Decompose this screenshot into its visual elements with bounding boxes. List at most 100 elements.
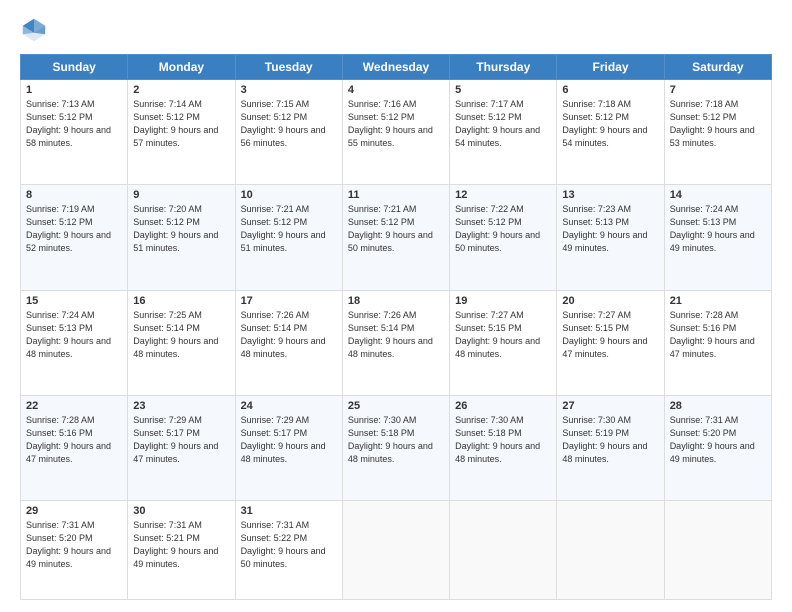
logo-icon <box>20 16 48 44</box>
day-info: Sunrise: 7:22 AM Sunset: 5:12 PM Dayligh… <box>455 203 551 255</box>
day-number: 16 <box>133 295 229 307</box>
col-tuesday: Tuesday <box>235 55 342 80</box>
table-row: 18 Sunrise: 7:26 AM Sunset: 5:14 PM Dayl… <box>342 290 449 395</box>
day-info: Sunrise: 7:26 AM Sunset: 5:14 PM Dayligh… <box>241 309 337 361</box>
day-number: 15 <box>26 295 122 307</box>
table-row: 29 Sunrise: 7:31 AM Sunset: 5:20 PM Dayl… <box>21 501 128 600</box>
day-number: 19 <box>455 295 551 307</box>
day-number: 30 <box>133 505 229 517</box>
day-info: Sunrise: 7:14 AM Sunset: 5:12 PM Dayligh… <box>133 98 229 150</box>
table-row: 7 Sunrise: 7:18 AM Sunset: 5:12 PM Dayli… <box>664 80 771 185</box>
calendar-table: Sunday Monday Tuesday Wednesday Thursday… <box>20 54 772 600</box>
day-info: Sunrise: 7:24 AM Sunset: 5:13 PM Dayligh… <box>670 203 766 255</box>
day-number: 18 <box>348 295 444 307</box>
table-row: 25 Sunrise: 7:30 AM Sunset: 5:18 PM Dayl… <box>342 395 449 500</box>
day-number: 5 <box>455 84 551 96</box>
day-info: Sunrise: 7:18 AM Sunset: 5:12 PM Dayligh… <box>670 98 766 150</box>
logo <box>20 16 52 44</box>
table-row: 8 Sunrise: 7:19 AM Sunset: 5:12 PM Dayli… <box>21 185 128 290</box>
table-row: 30 Sunrise: 7:31 AM Sunset: 5:21 PM Dayl… <box>128 501 235 600</box>
day-number: 27 <box>562 400 658 412</box>
day-info: Sunrise: 7:31 AM Sunset: 5:22 PM Dayligh… <box>241 519 337 571</box>
day-number: 29 <box>26 505 122 517</box>
day-info: Sunrise: 7:18 AM Sunset: 5:12 PM Dayligh… <box>562 98 658 150</box>
day-number: 17 <box>241 295 337 307</box>
day-info: Sunrise: 7:26 AM Sunset: 5:14 PM Dayligh… <box>348 309 444 361</box>
day-number: 9 <box>133 189 229 201</box>
table-row: 1 Sunrise: 7:13 AM Sunset: 5:12 PM Dayli… <box>21 80 128 185</box>
day-number: 31 <box>241 505 337 517</box>
day-info: Sunrise: 7:29 AM Sunset: 5:17 PM Dayligh… <box>241 414 337 466</box>
day-number: 4 <box>348 84 444 96</box>
day-info: Sunrise: 7:23 AM Sunset: 5:13 PM Dayligh… <box>562 203 658 255</box>
day-number: 10 <box>241 189 337 201</box>
day-info: Sunrise: 7:28 AM Sunset: 5:16 PM Dayligh… <box>670 309 766 361</box>
header-row: Sunday Monday Tuesday Wednesday Thursday… <box>21 55 772 80</box>
day-info: Sunrise: 7:29 AM Sunset: 5:17 PM Dayligh… <box>133 414 229 466</box>
day-info: Sunrise: 7:31 AM Sunset: 5:20 PM Dayligh… <box>26 519 122 571</box>
table-row: 5 Sunrise: 7:17 AM Sunset: 5:12 PM Dayli… <box>450 80 557 185</box>
day-info: Sunrise: 7:17 AM Sunset: 5:12 PM Dayligh… <box>455 98 551 150</box>
day-info: Sunrise: 7:24 AM Sunset: 5:13 PM Dayligh… <box>26 309 122 361</box>
day-info: Sunrise: 7:31 AM Sunset: 5:21 PM Dayligh… <box>133 519 229 571</box>
table-row: 12 Sunrise: 7:22 AM Sunset: 5:12 PM Dayl… <box>450 185 557 290</box>
day-number: 6 <box>562 84 658 96</box>
col-wednesday: Wednesday <box>342 55 449 80</box>
day-info: Sunrise: 7:20 AM Sunset: 5:12 PM Dayligh… <box>133 203 229 255</box>
table-row <box>664 501 771 600</box>
day-number: 13 <box>562 189 658 201</box>
day-info: Sunrise: 7:16 AM Sunset: 5:12 PM Dayligh… <box>348 98 444 150</box>
day-info: Sunrise: 7:27 AM Sunset: 5:15 PM Dayligh… <box>562 309 658 361</box>
col-saturday: Saturday <box>664 55 771 80</box>
table-row: 11 Sunrise: 7:21 AM Sunset: 5:12 PM Dayl… <box>342 185 449 290</box>
day-number: 12 <box>455 189 551 201</box>
day-number: 25 <box>348 400 444 412</box>
day-number: 26 <box>455 400 551 412</box>
day-info: Sunrise: 7:25 AM Sunset: 5:14 PM Dayligh… <box>133 309 229 361</box>
table-row: 31 Sunrise: 7:31 AM Sunset: 5:22 PM Dayl… <box>235 501 342 600</box>
table-row <box>342 501 449 600</box>
day-info: Sunrise: 7:30 AM Sunset: 5:19 PM Dayligh… <box>562 414 658 466</box>
table-row: 6 Sunrise: 7:18 AM Sunset: 5:12 PM Dayli… <box>557 80 664 185</box>
table-row: 21 Sunrise: 7:28 AM Sunset: 5:16 PM Dayl… <box>664 290 771 395</box>
col-thursday: Thursday <box>450 55 557 80</box>
day-number: 24 <box>241 400 337 412</box>
day-info: Sunrise: 7:28 AM Sunset: 5:16 PM Dayligh… <box>26 414 122 466</box>
table-row: 23 Sunrise: 7:29 AM Sunset: 5:17 PM Dayl… <box>128 395 235 500</box>
day-number: 21 <box>670 295 766 307</box>
day-info: Sunrise: 7:21 AM Sunset: 5:12 PM Dayligh… <box>241 203 337 255</box>
table-row: 17 Sunrise: 7:26 AM Sunset: 5:14 PM Dayl… <box>235 290 342 395</box>
day-number: 3 <box>241 84 337 96</box>
day-info: Sunrise: 7:30 AM Sunset: 5:18 PM Dayligh… <box>348 414 444 466</box>
day-info: Sunrise: 7:19 AM Sunset: 5:12 PM Dayligh… <box>26 203 122 255</box>
table-row: 28 Sunrise: 7:31 AM Sunset: 5:20 PM Dayl… <box>664 395 771 500</box>
day-info: Sunrise: 7:15 AM Sunset: 5:12 PM Dayligh… <box>241 98 337 150</box>
day-number: 28 <box>670 400 766 412</box>
day-number: 7 <box>670 84 766 96</box>
col-monday: Monday <box>128 55 235 80</box>
table-row: 15 Sunrise: 7:24 AM Sunset: 5:13 PM Dayl… <box>21 290 128 395</box>
day-number: 14 <box>670 189 766 201</box>
table-row: 22 Sunrise: 7:28 AM Sunset: 5:16 PM Dayl… <box>21 395 128 500</box>
day-number: 22 <box>26 400 122 412</box>
table-row: 2 Sunrise: 7:14 AM Sunset: 5:12 PM Dayli… <box>128 80 235 185</box>
table-row: 20 Sunrise: 7:27 AM Sunset: 5:15 PM Dayl… <box>557 290 664 395</box>
day-number: 8 <box>26 189 122 201</box>
day-info: Sunrise: 7:13 AM Sunset: 5:12 PM Dayligh… <box>26 98 122 150</box>
day-number: 1 <box>26 84 122 96</box>
table-row: 9 Sunrise: 7:20 AM Sunset: 5:12 PM Dayli… <box>128 185 235 290</box>
col-friday: Friday <box>557 55 664 80</box>
table-row: 19 Sunrise: 7:27 AM Sunset: 5:15 PM Dayl… <box>450 290 557 395</box>
day-info: Sunrise: 7:30 AM Sunset: 5:18 PM Dayligh… <box>455 414 551 466</box>
table-row <box>557 501 664 600</box>
day-info: Sunrise: 7:21 AM Sunset: 5:12 PM Dayligh… <box>348 203 444 255</box>
table-row <box>450 501 557 600</box>
day-number: 2 <box>133 84 229 96</box>
table-row: 3 Sunrise: 7:15 AM Sunset: 5:12 PM Dayli… <box>235 80 342 185</box>
table-row: 26 Sunrise: 7:30 AM Sunset: 5:18 PM Dayl… <box>450 395 557 500</box>
day-number: 20 <box>562 295 658 307</box>
table-row: 27 Sunrise: 7:30 AM Sunset: 5:19 PM Dayl… <box>557 395 664 500</box>
table-row: 13 Sunrise: 7:23 AM Sunset: 5:13 PM Dayl… <box>557 185 664 290</box>
table-row: 24 Sunrise: 7:29 AM Sunset: 5:17 PM Dayl… <box>235 395 342 500</box>
table-row: 4 Sunrise: 7:16 AM Sunset: 5:12 PM Dayli… <box>342 80 449 185</box>
